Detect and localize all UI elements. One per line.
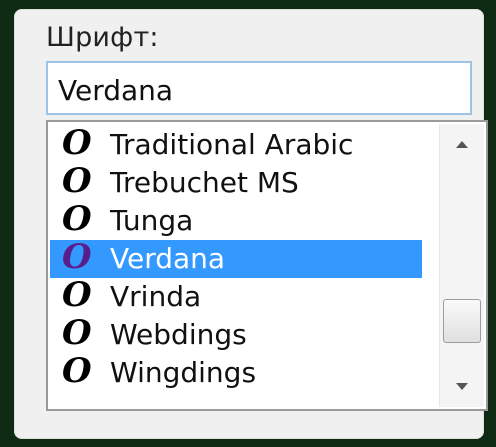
font-list-item-label: Traditional Arabic: [110, 128, 354, 161]
font-list-item-trebuchet-ms[interactable]: O Trebuchet MS: [50, 161, 422, 202]
font-list-item-label: Trebuchet MS: [110, 166, 299, 199]
scrollbar-thumb[interactable]: [443, 299, 481, 344]
opentype-font-icon: O: [62, 237, 92, 277]
font-list-item-label: Vrinda: [110, 280, 202, 313]
vertical-scrollbar[interactable]: [439, 124, 484, 407]
font-list-item-wingdings[interactable]: O Wingdings: [50, 351, 422, 392]
font-list-item-label: Tunga: [110, 204, 194, 237]
scroll-up-button[interactable]: [440, 124, 484, 164]
font-list-item-traditional-arabic[interactable]: O Traditional Arabic: [50, 124, 422, 164]
font-list-item-verdana[interactable]: O Verdana: [50, 237, 422, 278]
opentype-font-icon: O: [62, 161, 92, 201]
arrow-up-icon: [456, 141, 468, 148]
opentype-font-icon: O: [62, 351, 92, 391]
font-list-item-label: Wingdings: [110, 356, 257, 389]
font-list-item-label: Webdings: [110, 318, 247, 351]
font-name-input[interactable]: Verdana: [46, 61, 472, 115]
font-label: Шрифт:: [46, 22, 159, 53]
opentype-font-icon: O: [62, 275, 92, 315]
opentype-font-icon: O: [62, 124, 92, 163]
arrow-down-icon: [456, 383, 468, 390]
font-list-item-vrinda[interactable]: O Vrinda: [50, 275, 422, 316]
font-list-items: O Traditional Arabic O Trebuchet MS O Tu…: [50, 124, 422, 407]
scroll-down-button[interactable]: [440, 367, 484, 407]
opentype-font-icon: O: [62, 199, 92, 239]
font-list-item-tunga[interactable]: O Tunga: [50, 199, 422, 240]
opentype-font-icon: O: [62, 313, 92, 353]
font-list[interactable]: O Traditional Arabic O Trebuchet MS O Tu…: [46, 120, 488, 411]
font-list-item-webdings[interactable]: O Webdings: [50, 313, 422, 354]
font-list-item-label: Verdana: [110, 242, 226, 275]
font-panel: Шрифт: Verdana O Traditional Arabic O Tr…: [14, 9, 488, 439]
